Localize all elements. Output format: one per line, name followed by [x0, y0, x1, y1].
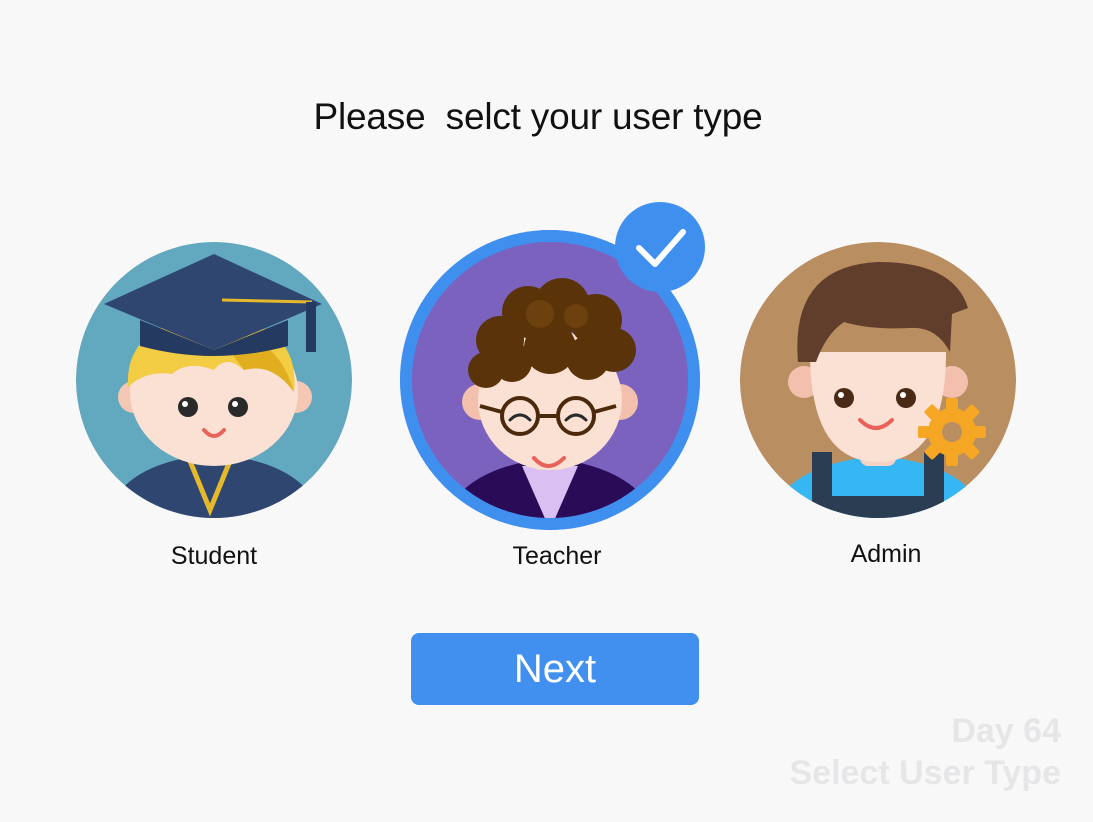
teacher-label: Teacher — [512, 542, 602, 570]
user-type-screen: Please selct your user type Student Teac… — [0, 0, 1093, 822]
next-button[interactable]: Next — [411, 633, 699, 705]
watermark-day: Day 64 — [951, 712, 1061, 750]
selected-check-icon — [615, 202, 705, 292]
user-type-option-teacher[interactable]: Teacher — [400, 202, 710, 582]
admin-label: Admin — [850, 540, 922, 568]
admin-avatar — [740, 242, 1016, 518]
watermark-title: Select User Type — [789, 754, 1061, 792]
user-type-option-admin[interactable]: Admin — [740, 242, 1016, 582]
page-title: Please selct your user type — [313, 96, 763, 137]
student-avatar — [76, 242, 352, 518]
student-label: Student — [170, 542, 258, 570]
user-type-option-student[interactable]: Student — [76, 242, 352, 582]
